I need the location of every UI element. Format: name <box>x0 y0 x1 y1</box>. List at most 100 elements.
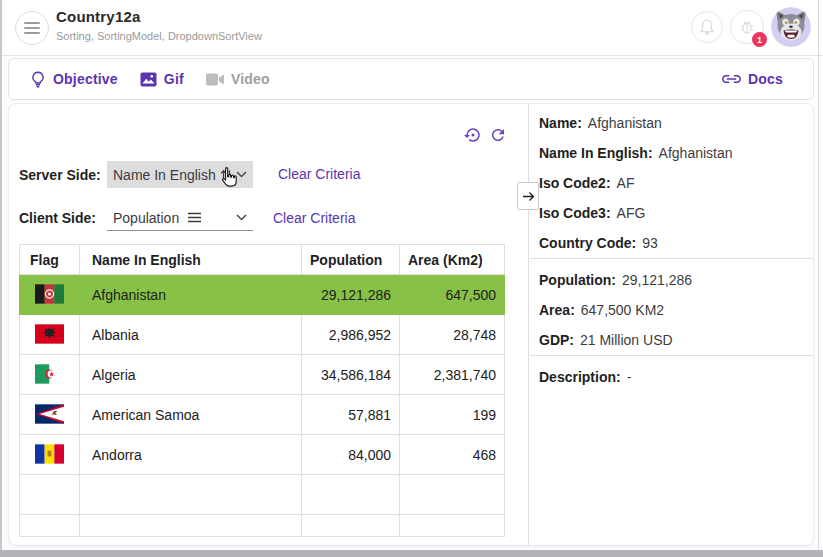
page-subtitle: Sorting, SortingModel, DropdownSortView <box>56 30 262 42</box>
area-cell: 647,500 <box>400 275 505 315</box>
area-cell: 468 <box>400 435 505 475</box>
detail-field-value: - <box>627 369 632 385</box>
detail-field-label: Area: <box>539 302 575 318</box>
population-cell: 34,586,184 <box>302 355 400 395</box>
detail-divider <box>530 258 813 259</box>
gif-label: Gif <box>164 71 184 87</box>
window-left-edge <box>0 0 2 551</box>
avatar[interactable] <box>771 7 811 47</box>
col-header-name[interactable]: Name In English <box>80 245 302 275</box>
flag-albania <box>20 315 80 355</box>
detail-field-value: Afghanistan <box>588 115 662 131</box>
sort-lines-icon <box>187 212 202 223</box>
server-side-label: Server Side: <box>19 167 101 183</box>
empty-row <box>20 475 505 515</box>
reset-icon[interactable] <box>464 126 482 144</box>
window-bottom-edge <box>0 550 823 557</box>
detail-field-value: AF <box>617 175 635 191</box>
table-row[interactable]: Andorra84,000468 <box>20 435 505 475</box>
collapse-panel-button[interactable] <box>517 182 539 210</box>
table-row[interactable]: Albania2,986,95228,748 <box>20 315 505 355</box>
main-card: Server Side: Name In English Clear Crite… <box>8 103 814 546</box>
population-cell: 57,881 <box>302 395 400 435</box>
country-name-cell: Algeria <box>80 355 302 395</box>
video-label: Video <box>231 71 270 87</box>
table-header-row: Flag Name In English Population Area (Km… <box>20 245 505 275</box>
detail-field-label: Iso Code3: <box>539 205 611 221</box>
objective-label: Objective <box>53 71 118 87</box>
empty-row <box>20 515 505 537</box>
area-cell: 199 <box>400 395 505 435</box>
detail-field: Iso Code2: AF <box>539 168 814 198</box>
table-row[interactable]: Algeria34,586,1842,381,740 <box>20 355 505 395</box>
client-sort-dropdown[interactable]: Population <box>107 205 253 231</box>
detail-field: Name In English: Afghanistan <box>539 138 814 168</box>
flag-american-samoa <box>20 395 80 435</box>
server-sort-value: Name In English <box>113 167 216 183</box>
notification-badge: 1 <box>752 32 767 47</box>
client-side-label: Client Side: <box>19 210 96 226</box>
video-icon <box>206 73 224 86</box>
table-row[interactable]: American Samoa57,881199 <box>20 395 505 435</box>
server-clear-criteria-link[interactable]: Clear Criteria <box>278 166 360 182</box>
lightbulb-icon <box>30 71 46 88</box>
detail-field-value: Afghanistan <box>659 145 733 161</box>
detail-field: Description:- <box>539 362 814 392</box>
image-icon <box>140 72 157 87</box>
detail-field: GDP:21 Million USD <box>539 325 814 355</box>
notifications-button[interactable] <box>691 11 723 43</box>
client-sort-value: Population <box>113 210 179 226</box>
detail-field: Iso Code3: AFG <box>539 198 814 228</box>
detail-field-value: 29,121,286 <box>622 272 692 288</box>
population-cell: 2,986,952 <box>302 315 400 355</box>
detail-field-label: Name: <box>539 115 582 131</box>
app-header: Country12a Sorting, SortingModel, Dropdo… <box>0 0 823 56</box>
flag-andorra <box>20 435 80 475</box>
flag-algeria <box>20 355 80 395</box>
docs-button[interactable]: Docs <box>722 71 783 87</box>
chevron-down-icon <box>236 214 247 221</box>
detail-field-value: 93 <box>642 235 658 251</box>
list-pane: Server Side: Name In English Clear Crite… <box>9 104 528 545</box>
population-cell: 84,000 <box>302 435 400 475</box>
country-name-cell: Andorra <box>80 435 302 475</box>
country-name-cell: American Samoa <box>80 395 302 435</box>
population-cell: 29,121,286 <box>302 275 400 315</box>
menu-button[interactable] <box>15 11 49 45</box>
client-clear-criteria-link[interactable]: Clear Criteria <box>273 210 355 226</box>
country-table: Flag Name In English Population Area (Km… <box>19 244 505 537</box>
video-button[interactable]: Video <box>206 71 270 87</box>
gif-button[interactable]: Gif <box>140 71 184 87</box>
col-header-population[interactable]: Population <box>302 245 400 275</box>
detail-field: Area: 647,500 KM2 <box>539 295 814 325</box>
country-table-body: Afghanistan29,121,286647,500Albania2,986… <box>20 275 505 537</box>
toolbar: Objective Gif Video Docs <box>8 58 814 100</box>
country-name-cell: Afghanistan <box>80 275 302 315</box>
detail-field-value: AFG <box>617 205 646 221</box>
detail-pane: Name: Afghanistan Name In English: Afghanis… <box>528 104 814 545</box>
refresh-icon[interactable] <box>489 126 507 144</box>
docs-label: Docs <box>748 71 783 87</box>
country-name-cell: Albania <box>80 315 302 355</box>
detail-field: Population: 29,121,286 <box>539 265 814 295</box>
detail-field: Country Code: 93 <box>539 228 814 258</box>
arrow-right-icon <box>522 191 535 202</box>
window-right-edge <box>818 0 819 551</box>
detail-field-label: Country Code: <box>539 235 636 251</box>
flag-afghanistan <box>20 275 80 315</box>
area-cell: 28,748 <box>400 315 505 355</box>
detail-fields: Name: Afghanistan Name In English: Afghanis… <box>539 108 814 392</box>
detail-field-value: 647,500 KM2 <box>581 302 664 318</box>
table-row[interactable]: Afghanistan29,121,286647,500 <box>20 275 505 315</box>
page-title: Country12a <box>56 8 262 25</box>
link-icon <box>722 74 741 84</box>
mouse-cursor <box>219 166 241 190</box>
col-header-area[interactable]: Area (Km2) <box>400 245 505 275</box>
detail-divider <box>530 355 813 356</box>
objective-button[interactable]: Objective <box>30 71 118 88</box>
detail-field-label: Name In English: <box>539 145 653 161</box>
col-header-flag[interactable]: Flag <box>20 245 80 275</box>
detail-field-label: Population: <box>539 272 616 288</box>
detail-field-label: Iso Code2: <box>539 175 611 191</box>
detail-field-label: GDP: <box>539 332 574 348</box>
